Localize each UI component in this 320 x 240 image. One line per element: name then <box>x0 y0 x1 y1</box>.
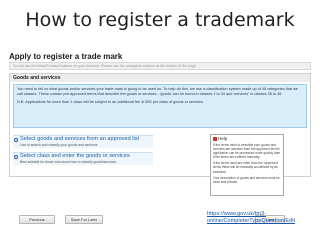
help-title-label: Help <box>218 136 228 141</box>
option-select-class[interactable]: Select class and enter the goods or serv… <box>13 152 153 165</box>
info-paragraph: You need to tell us what goods and/or se… <box>17 87 298 97</box>
help-text: If the terms used are other than the 'ap… <box>213 161 279 174</box>
option-description: Use to search and classify your goods an… <box>20 142 99 147</box>
url-line[interactable]: https://www.gov.uk/tm3- <box>207 211 295 218</box>
option-approved-list[interactable]: Select goods and services from an approv… <box>13 135 153 148</box>
help-text: If the terms used to describe your goods… <box>213 142 281 160</box>
help-icon <box>213 136 217 141</box>
radio-button[interactable] <box>14 138 18 142</box>
help-text: Your description of goods and services m… <box>213 175 280 184</box>
option-label[interactable]: Select goods and services from an approv… <box>20 136 153 143</box>
help-title: Help <box>213 136 281 141</box>
page-heading: Apply to register a trade mark <box>9 52 123 61</box>
slide-title: How to register a trademark <box>25 9 295 31</box>
radio-button[interactable] <box>14 155 18 159</box>
navigation-notice: Do not use the Back/Forward buttons on y… <box>9 62 311 70</box>
goods-services-section: Goods and services You need to tell us w… <box>9 73 311 196</box>
help-panel: Help If the terms used to describe your … <box>210 134 284 196</box>
info-paragraph: N.B. Applications for more than 1 class … <box>17 100 204 105</box>
url-line[interactable]: online/CompleterTypeQuestion/Edit <box>207 218 295 225</box>
info-box: You need to tell us what goods and/or se… <box>13 84 307 128</box>
option-description: Best suitable for those who know how to … <box>20 159 118 164</box>
save-for-later-button[interactable]: Save For Later <box>65 215 103 224</box>
section-title: Goods and services <box>10 74 310 82</box>
source-url-link[interactable]: https://www.gov.uk/tm3- online/Completer… <box>207 211 295 226</box>
previous-button[interactable]: Previous <box>19 215 55 224</box>
